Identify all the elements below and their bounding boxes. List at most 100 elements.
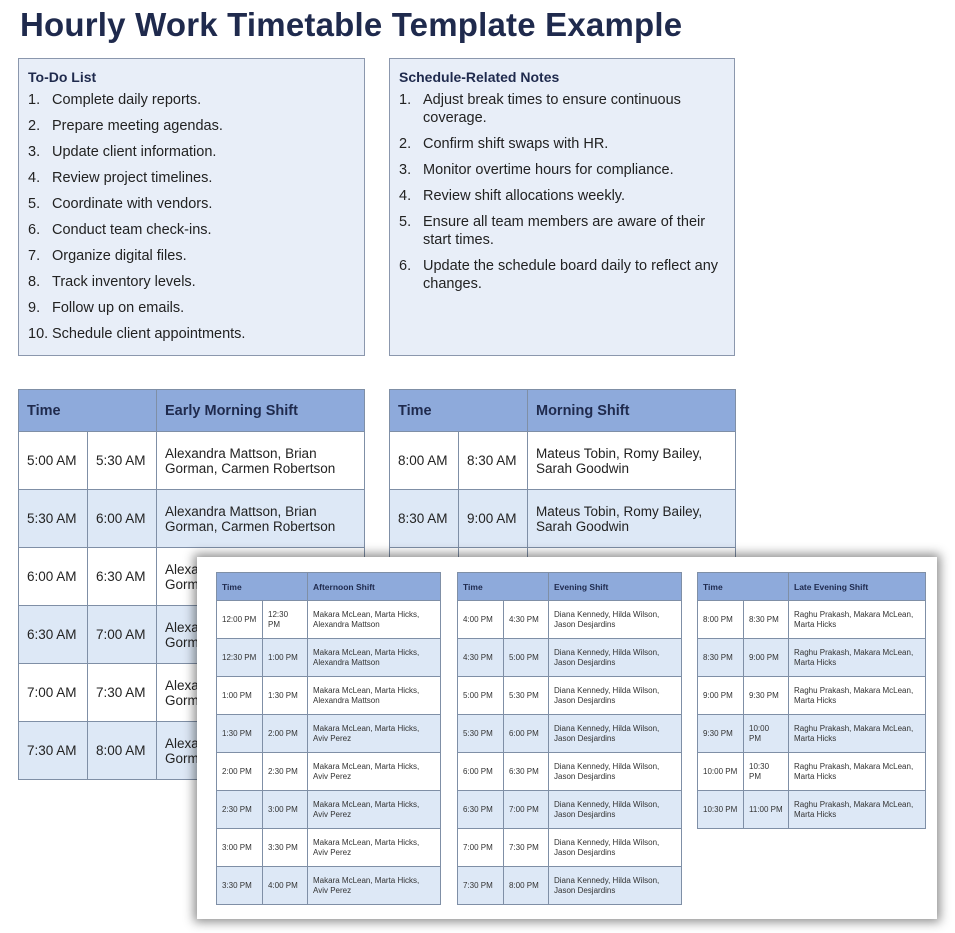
start-time-cell: 7:00 PM bbox=[457, 828, 504, 867]
end-time-cell: 10:30 PM bbox=[743, 752, 789, 791]
table-header-row: Time Evening Shift bbox=[457, 572, 682, 601]
start-time-cell: 5:00 AM bbox=[18, 431, 88, 490]
end-time-cell: 4:30 PM bbox=[503, 600, 549, 639]
staff-cell: Diana Kennedy, Hilda Wilson, Jason Desja… bbox=[548, 638, 682, 677]
list-item-text: Confirm shift swaps with HR. bbox=[423, 136, 609, 152]
table-row: 5:00 PM 5:30 PM Diana Kennedy, Hilda Wilso… bbox=[457, 676, 682, 715]
table-row: 4:30 PM 5:00 PM Diana Kennedy, Hilda Wilso… bbox=[457, 638, 682, 677]
time-column-header: Time bbox=[18, 389, 157, 432]
staff-cell: Diana Kennedy, Hilda Wilson, Jason Desja… bbox=[548, 714, 682, 753]
todo-heading: To-Do List bbox=[28, 69, 97, 85]
list-item: 3. Monitor overtime hours for compliance. bbox=[399, 161, 734, 179]
list-item-text: Prepare meeting agendas. bbox=[52, 118, 223, 134]
list-item: 2. Prepare meeting agendas. bbox=[28, 117, 364, 135]
list-item-text: Review project timelines. bbox=[52, 170, 213, 186]
end-time-cell: 5:00 PM bbox=[503, 638, 549, 677]
list-item: 10. Schedule client appointments. bbox=[28, 325, 364, 343]
list-item: 8. Track inventory levels. bbox=[28, 273, 364, 291]
start-time-cell: 3:30 PM bbox=[216, 866, 263, 905]
time-column-header: Time bbox=[389, 389, 528, 432]
staff-cell: Makara McLean, Marta Hicks, Alexandra Ma… bbox=[307, 638, 441, 677]
table-row: 6:30 PM 7:00 PM Diana Kennedy, Hilda Wilso… bbox=[457, 790, 682, 829]
list-item-text: Monitor overtime hours for compliance. bbox=[423, 162, 674, 178]
staff-cell: Alexandra Mattson, Brian Gorman, Carmen … bbox=[156, 489, 365, 548]
afternoon-shift-table: Time Afternoon Shift 12:00 PM 12:30 PM Makar… bbox=[216, 572, 441, 905]
list-item: 7. Organize digital files. bbox=[28, 247, 364, 265]
list-item-text: Schedule client appointments. bbox=[52, 326, 246, 342]
start-time-cell: 1:00 PM bbox=[216, 676, 263, 715]
start-time-cell: 8:00 AM bbox=[389, 431, 459, 490]
start-time-cell: 3:00 PM bbox=[216, 828, 263, 867]
staff-cell: Diana Kennedy, Hilda Wilson, Jason Desja… bbox=[548, 752, 682, 791]
start-time-cell: 1:30 PM bbox=[216, 714, 263, 753]
staff-cell: Alexandra Mattson, Brian Gorman, Carmen … bbox=[156, 431, 365, 490]
table-row: 10:30 PM 11:00 PM Raghu Prakash, Makara Mc… bbox=[697, 790, 926, 829]
end-time-cell: 3:00 PM bbox=[262, 790, 308, 829]
late-evening-shift-table: Time Late Evening Shift 8:00 PM 8:30 PM Ragh… bbox=[697, 572, 926, 829]
start-time-cell: 5:30 PM bbox=[457, 714, 504, 753]
list-item-number: 2. bbox=[28, 118, 41, 134]
staff-cell: Makara McLean, Marta Hicks, Alexandra Ma… bbox=[307, 600, 441, 639]
end-time-cell: 6:00 PM bbox=[503, 714, 549, 753]
table-row: 12:30 PM 1:00 PM Makara McLean, Marta Hick… bbox=[216, 638, 441, 677]
end-time-cell: 9:00 PM bbox=[743, 638, 789, 677]
start-time-cell: 5:00 PM bbox=[457, 676, 504, 715]
shift-column-header: Afternoon Shift bbox=[307, 572, 441, 601]
page-title: Hourly Work Timetable Template Example bbox=[20, 6, 683, 43]
end-time-cell: 5:30 PM bbox=[503, 676, 549, 715]
todo-list-box: To-Do List 1. Complete daily reports. 2. Pr… bbox=[18, 58, 365, 356]
start-time-cell: 7:00 AM bbox=[18, 663, 88, 722]
table-row: 5:30 PM 6:00 PM Diana Kennedy, Hilda Wilso… bbox=[457, 714, 682, 753]
staff-cell: Diana Kennedy, Hilda Wilson, Jason Desja… bbox=[548, 828, 682, 867]
table-row: 6:00 PM 6:30 PM Diana Kennedy, Hilda Wilso… bbox=[457, 752, 682, 791]
start-time-cell: 6:00 AM bbox=[18, 547, 88, 606]
list-item-number: 4. bbox=[28, 170, 41, 186]
list-item-number: 1. bbox=[28, 92, 41, 108]
start-time-cell: 9:30 PM bbox=[697, 714, 744, 753]
list-item-text: Organize digital files. bbox=[52, 248, 187, 264]
staff-cell: Raghu Prakash, Makara McLean, Marta Hick… bbox=[788, 600, 926, 639]
list-item-number: 10. bbox=[28, 326, 49, 342]
table-header-row: Time Morning Shift bbox=[389, 389, 736, 432]
table-row: 7:00 PM 7:30 PM Diana Kennedy, Hilda Wilso… bbox=[457, 828, 682, 867]
end-time-cell: 7:00 PM bbox=[503, 790, 549, 829]
table-row: 8:00 PM 8:30 PM Raghu Prakash, Makara McLe… bbox=[697, 600, 926, 639]
list-item: 6. Update the schedule board daily to ref… bbox=[399, 257, 734, 293]
list-item-number: 3. bbox=[399, 162, 412, 178]
start-time-cell: 6:00 PM bbox=[457, 752, 504, 791]
time-column-header: Time bbox=[216, 572, 308, 601]
notes-list: 1. Adjust break times to ensure continuou… bbox=[399, 91, 734, 293]
time-column-header: Time bbox=[697, 572, 789, 601]
table-row: 3:00 PM 3:30 PM Makara McLean, Marta Hicks… bbox=[216, 828, 441, 867]
end-time-cell: 3:30 PM bbox=[262, 828, 308, 867]
end-time-cell: 11:00 PM bbox=[743, 790, 789, 829]
list-item: 2. Confirm shift swaps with HR. bbox=[399, 135, 734, 153]
staff-cell: Mateus Tobin, Romy Bailey, Sarah Goodwin bbox=[527, 489, 736, 548]
end-time-cell: 8:30 PM bbox=[743, 600, 789, 639]
end-time-cell: 9:30 PM bbox=[743, 676, 789, 715]
list-item-text: Adjust break times to ensure continuous … bbox=[423, 92, 681, 126]
start-time-cell: 12:00 PM bbox=[216, 600, 263, 639]
list-item-number: 5. bbox=[399, 214, 412, 230]
table-row: 2:30 PM 3:00 PM Makara McLean, Marta Hicks… bbox=[216, 790, 441, 829]
list-item-text: Ensure all team members are aware of the… bbox=[423, 214, 706, 248]
staff-cell: Diana Kennedy, Hilda Wilson, Jason Desja… bbox=[548, 676, 682, 715]
list-item-text: Conduct team check-ins. bbox=[52, 222, 212, 238]
staff-cell: Makara McLean, Marta Hicks, Aviv Perez bbox=[307, 752, 441, 791]
table-row: 10:00 PM 10:30 PM Raghu Prakash, Makara Mc… bbox=[697, 752, 926, 791]
table-row: 1:00 PM 1:30 PM Makara McLean, Marta Hicks… bbox=[216, 676, 441, 715]
list-item-number: 4. bbox=[399, 188, 412, 204]
end-time-cell: 7:30 PM bbox=[503, 828, 549, 867]
start-time-cell: 7:30 AM bbox=[18, 721, 88, 780]
list-item: 5. Ensure all team members are aware of t… bbox=[399, 213, 734, 249]
list-item-number: 3. bbox=[28, 144, 41, 160]
end-time-cell: 5:30 AM bbox=[87, 431, 157, 490]
table-row: 7:30 PM 8:00 PM Diana Kennedy, Hilda Wilso… bbox=[457, 866, 682, 905]
end-time-cell: 10:00 PM bbox=[743, 714, 789, 753]
end-time-cell: 7:00 AM bbox=[87, 605, 157, 664]
end-time-cell: 6:00 AM bbox=[87, 489, 157, 548]
staff-cell: Raghu Prakash, Makara McLean, Marta Hick… bbox=[788, 676, 926, 715]
notes-heading: Schedule-Related Notes bbox=[399, 69, 560, 85]
staff-cell: Raghu Prakash, Makara McLean, Marta Hick… bbox=[788, 790, 926, 829]
list-item: 4. Review shift allocations weekly. bbox=[399, 187, 734, 205]
